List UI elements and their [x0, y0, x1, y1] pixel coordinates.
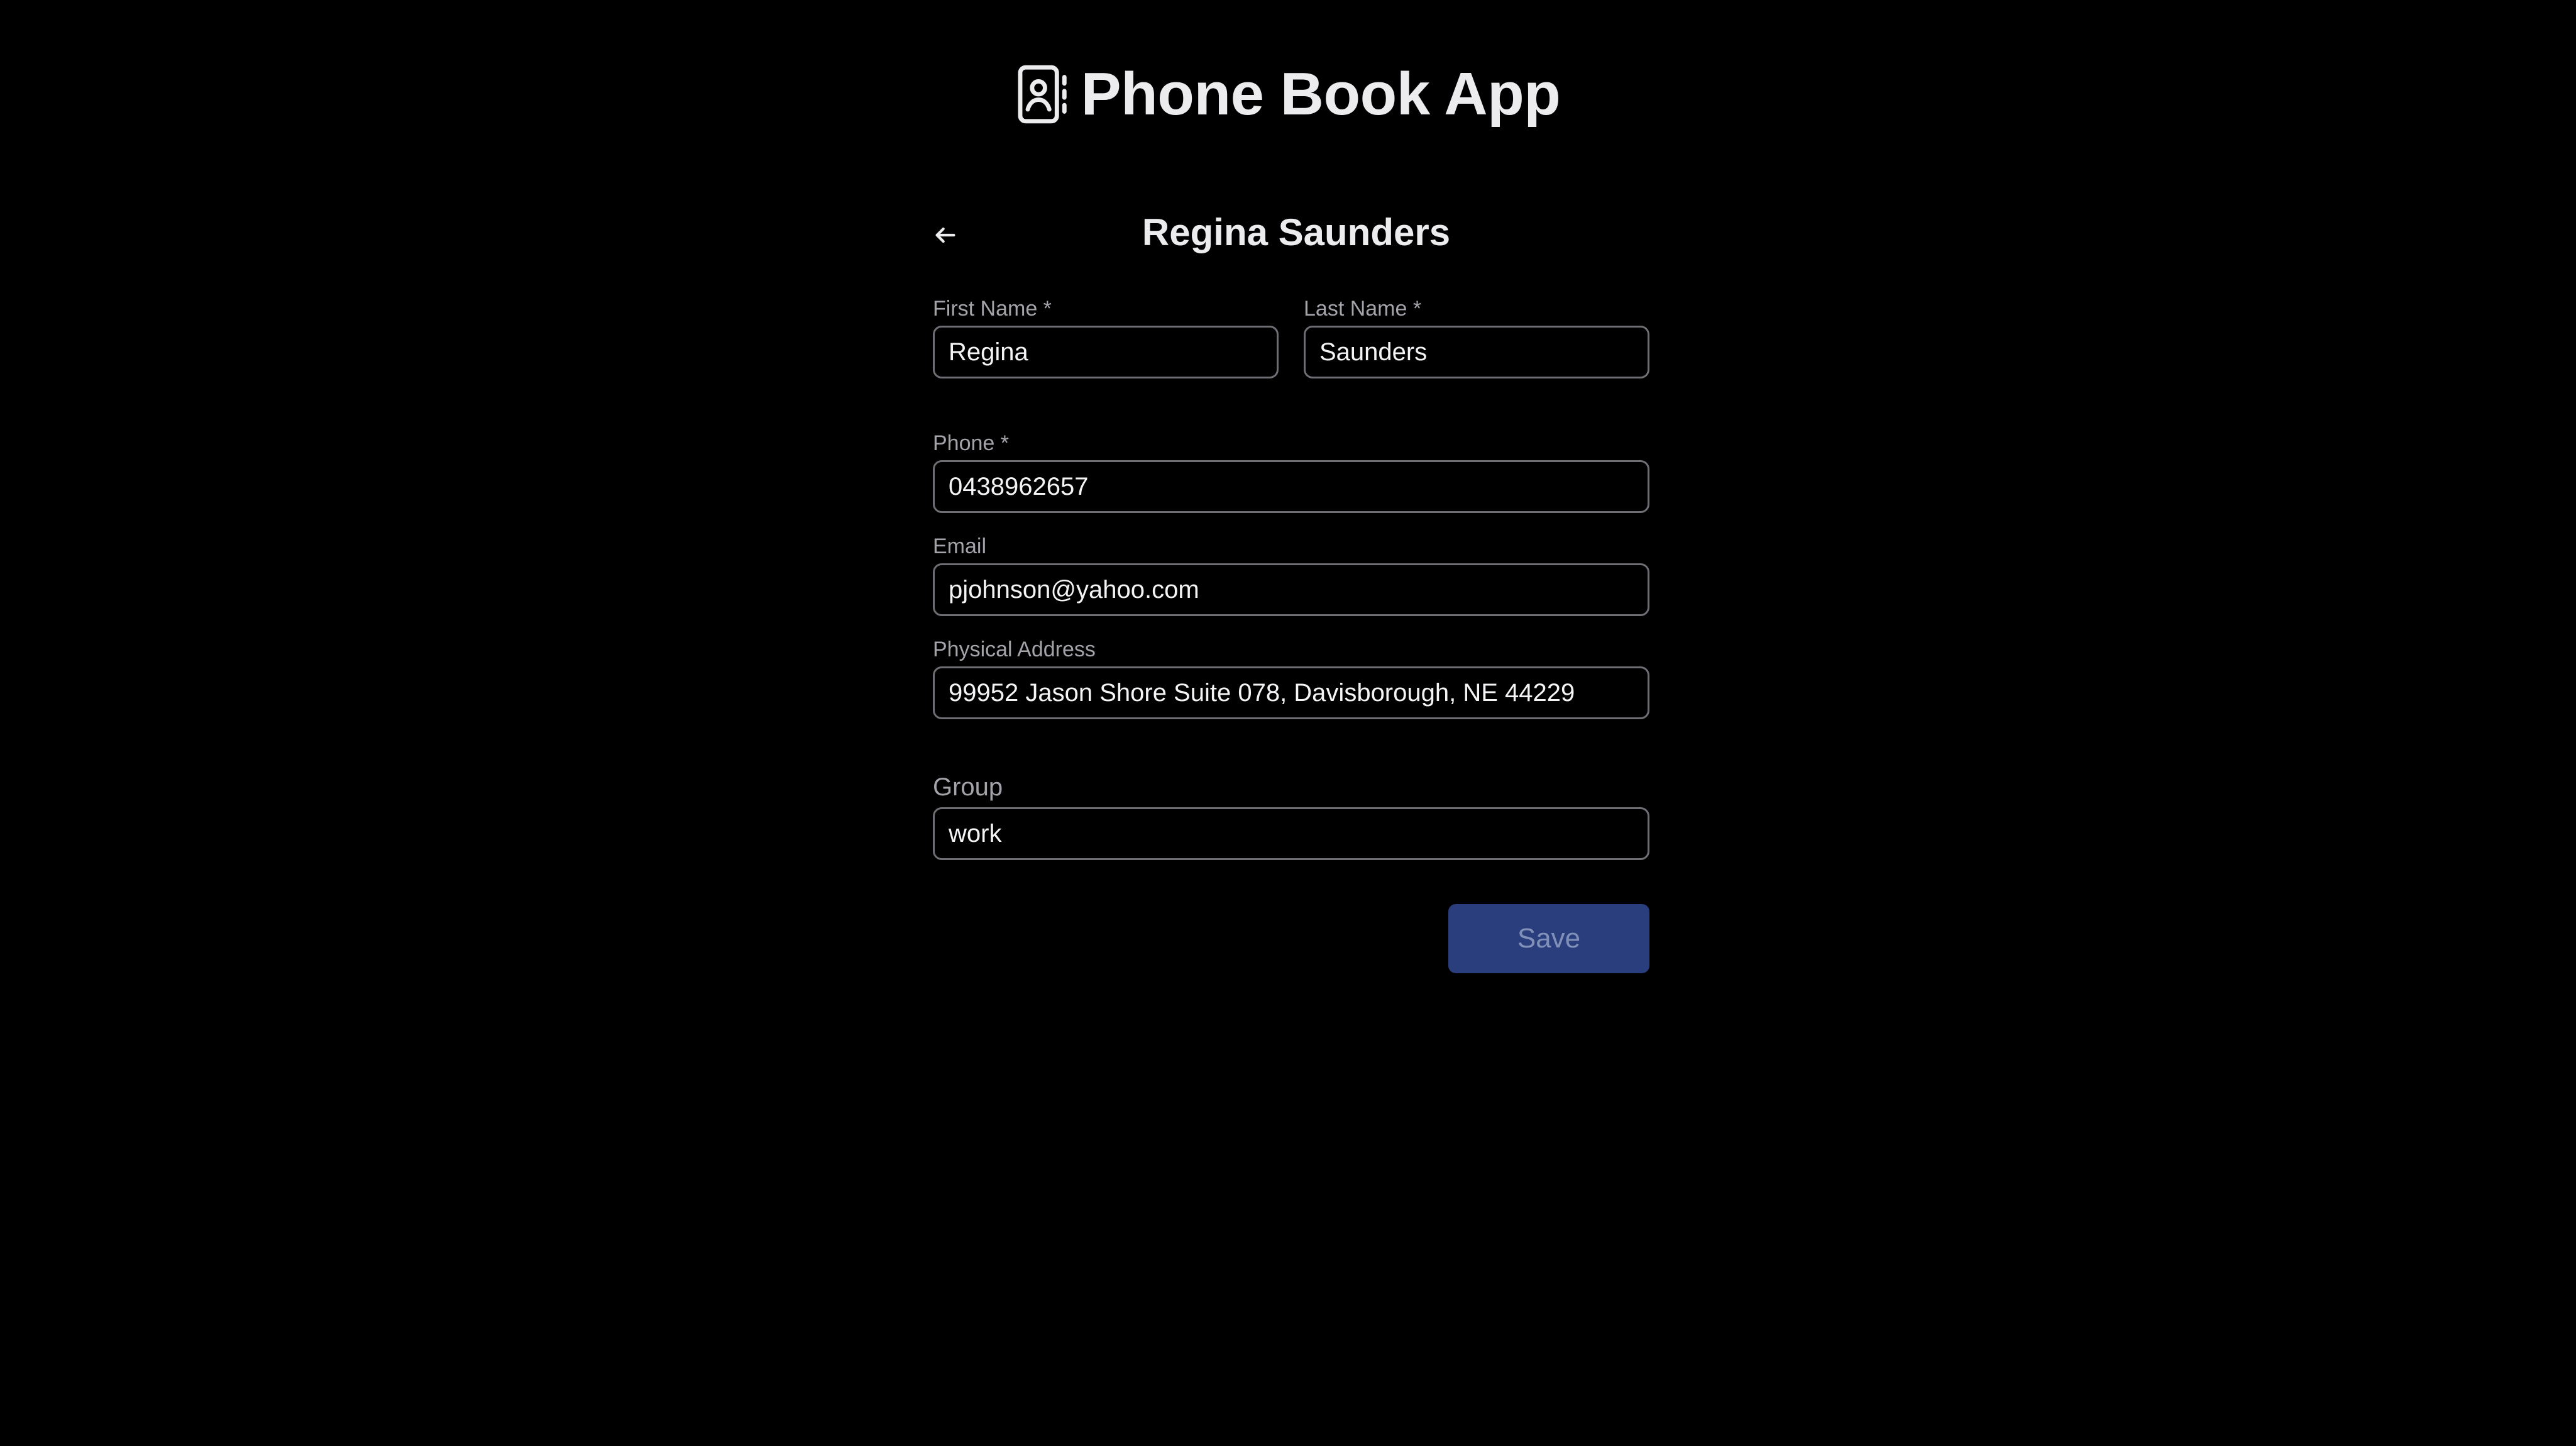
contact-name-title: Regina Saunders — [1142, 211, 1451, 253]
first-name-group: First Name * — [933, 298, 1279, 378]
contact-edit-form: Regina Saunders First Name * Last Name *… — [933, 201, 1649, 973]
last-name-group: Last Name * — [1304, 298, 1649, 378]
group-label: Group — [933, 773, 1003, 801]
email-input[interactable] — [933, 563, 1649, 616]
first-name-input[interactable] — [933, 326, 1279, 378]
address-group: Physical Address — [933, 639, 1649, 719]
address-label: Physical Address — [933, 637, 1096, 661]
name-row: First Name * Last Name * — [933, 298, 1649, 378]
email-label: Email — [933, 534, 987, 558]
first-name-label: First Name * — [933, 297, 1052, 321]
group-group: Group — [933, 775, 1649, 860]
save-button[interactable]: Save — [1448, 904, 1649, 973]
contact-book-icon — [1018, 65, 1067, 124]
contact-title-row: Regina Saunders — [933, 201, 1649, 264]
arrow-left-icon — [935, 227, 955, 243]
back-button[interactable] — [933, 215, 973, 255]
last-name-label: Last Name * — [1304, 297, 1422, 321]
last-name-input[interactable] — [1304, 326, 1649, 378]
phone-label: Phone * — [933, 431, 1009, 455]
phone-group: Phone * — [933, 433, 1649, 513]
app-header: Phone Book App — [0, 60, 2576, 129]
app-title: Phone Book App — [1081, 60, 1561, 128]
group-input[interactable] — [933, 807, 1649, 860]
phone-input[interactable] — [933, 460, 1649, 513]
email-group: Email — [933, 536, 1649, 616]
address-input[interactable] — [933, 666, 1649, 719]
